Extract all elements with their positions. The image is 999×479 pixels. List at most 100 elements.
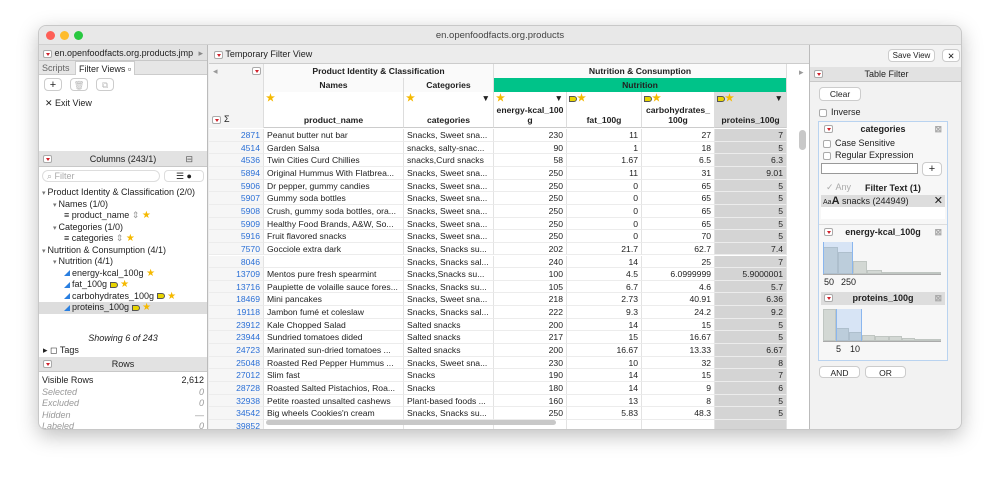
row-number[interactable]: 18469 <box>209 293 264 307</box>
row-number[interactable]: 8046 <box>209 255 264 269</box>
row-number[interactable]: 2871 <box>209 129 264 142</box>
any-checkbox[interactable]: ✓ Any <box>826 182 851 193</box>
row-number[interactable]: 5909 <box>209 217 264 231</box>
filter-menu-button[interactable] <box>814 70 823 78</box>
save-view-button[interactable]: Save View <box>888 49 935 62</box>
energy-histogram[interactable] <box>823 242 941 275</box>
or-button[interactable]: OR <box>865 366 906 378</box>
column-tree-item[interactable]: fat_100g ★ <box>39 279 207 291</box>
row-number[interactable]: 32938 <box>209 394 264 408</box>
exit-view-item[interactable]: ✕ Exit View <box>45 98 92 109</box>
row-number[interactable]: 28728 <box>209 382 264 395</box>
vertical-scrollbar[interactable] <box>799 130 806 150</box>
column-filter-input[interactable]: ⌕ Filter <box>42 170 160 182</box>
row-number[interactable]: 23944 <box>209 331 264 345</box>
filter-icon[interactable]: ▼ <box>481 92 490 104</box>
row-number[interactable]: 27012 <box>209 369 264 382</box>
subgroup-header[interactable]: Nutrition <box>494 78 787 92</box>
minimize-window-button[interactable] <box>60 31 69 40</box>
filter-text-input[interactable] <box>821 163 918 174</box>
column-tree-item[interactable]: ▾ Product Identity & Classification (2/0… <box>39 187 207 199</box>
and-button[interactable]: AND <box>819 366 860 378</box>
file-menu-button[interactable] <box>43 49 52 58</box>
column-header[interactable]: ★ fat_100g <box>567 92 642 128</box>
row-number[interactable]: 23912 <box>209 318 264 332</box>
group-header[interactable]: Product Identity & Classification <box>264 64 494 78</box>
scroll-left-icon[interactable]: ◂ <box>213 66 218 77</box>
row-number[interactable]: 5894 <box>209 166 264 180</box>
row-number[interactable]: 39852 <box>209 419 264 429</box>
tags-item[interactable]: ▸ ◻ Tags <box>43 345 79 356</box>
subgroup-header[interactable]: Categories <box>404 78 494 92</box>
row-number[interactable]: 4536 <box>209 154 264 167</box>
column-tree-item[interactable]: ▾ Categories (1/0) <box>39 222 207 234</box>
add-view-button[interactable]: + <box>44 78 62 91</box>
close-window-button[interactable] <box>46 31 55 40</box>
subgroup-header[interactable]: Names <box>264 78 404 92</box>
tab-filter-views[interactable]: Filter Views ▫ <box>75 61 136 75</box>
expand-arrow-icon[interactable]: ▸ <box>198 45 203 61</box>
remove-filter-icon[interactable]: ⊠ <box>934 292 942 305</box>
column-header[interactable]: ★ carbohydrates_100g <box>642 92 715 128</box>
row-number[interactable]: 5916 <box>209 230 264 243</box>
rows-menu-button[interactable] <box>43 360 52 368</box>
scroll-right-icon[interactable]: ▸ <box>799 67 804 78</box>
categories-filter-menu[interactable] <box>824 125 833 133</box>
row-number[interactable]: 25048 <box>209 356 264 370</box>
zoom-window-button[interactable] <box>74 31 83 40</box>
sigma-icon[interactable]: Σ <box>224 114 230 124</box>
filter-text-item[interactable]: AaA snacks (244949) ✕ <box>821 195 945 207</box>
tag-icon <box>717 95 725 102</box>
group-header[interactable]: Nutrition & Consumption <box>494 64 787 78</box>
remove-filter-icon[interactable]: ⊠ <box>934 122 942 137</box>
column-tree-item[interactable]: ≡ categories ⇕ ★ <box>39 233 207 245</box>
row-number[interactable]: 19118 <box>209 306 264 319</box>
range-selection[interactable] <box>836 309 863 341</box>
row-number[interactable]: 5908 <box>209 204 264 218</box>
column-tree-item[interactable]: ▾ Nutrition (4/1) <box>39 256 207 268</box>
regex-checkbox[interactable]: Regular Expression <box>823 150 914 160</box>
column-header[interactable]: ★ product_name <box>264 92 404 128</box>
row-number[interactable]: 4514 <box>209 141 264 155</box>
column-settings-icon[interactable]: ⊟ <box>185 151 193 167</box>
energy-filter-menu[interactable] <box>824 228 833 236</box>
clear-button[interactable]: Clear <box>819 87 861 101</box>
filter-icon[interactable]: ▼ <box>554 92 563 104</box>
table-menu-button[interactable] <box>252 67 261 75</box>
column-tree-item[interactable]: ▾ Nutrition & Consumption (4/1) <box>39 245 207 257</box>
row-number[interactable]: 5906 <box>209 179 264 193</box>
filter-options-button[interactable]: ☰ ● <box>164 170 204 182</box>
case-sensitive-checkbox[interactable]: Case Sensitive <box>823 138 895 148</box>
horizontal-scrollbar[interactable] <box>266 420 556 425</box>
row-number[interactable]: 7570 <box>209 242 264 256</box>
rows-menu-button[interactable] <box>212 116 221 124</box>
delete-view-icon[interactable]: 🗑 <box>70 78 88 91</box>
row-number[interactable]: 13709 <box>209 268 264 281</box>
table-cell: 200 <box>494 344 567 357</box>
remove-filter-icon[interactable]: ⊠ <box>934 225 942 239</box>
row-number[interactable]: 34542 <box>209 407 264 420</box>
add-filter-text-button[interactable]: + <box>922 162 942 176</box>
column-tree-item[interactable]: ▾ Names (1/0) <box>39 199 207 211</box>
column-header[interactable]: ★ ▼ proteins_100g <box>715 92 787 128</box>
column-tree-item[interactable]: ≡ product_name ⇕ ★ <box>39 210 207 222</box>
tab-scripts[interactable]: Scripts <box>42 63 70 73</box>
column-header[interactable]: ★ ▼ categories <box>404 92 494 128</box>
row-number[interactable]: 5907 <box>209 192 264 205</box>
inverse-checkbox[interactable]: Inverse <box>819 107 861 117</box>
remove-item-icon[interactable]: ✕ <box>934 195 943 207</box>
row-number[interactable]: 13716 <box>209 280 264 294</box>
range-selection[interactable] <box>823 242 853 274</box>
column-tree-item[interactable]: proteins_100g ★ <box>39 302 207 314</box>
proteins-histogram[interactable] <box>823 309 941 342</box>
column-header[interactable]: ★ ▼ energy-kcal_100g <box>494 92 567 128</box>
column-tree-item[interactable]: carbohydrates_100g ★ <box>39 291 207 303</box>
column-tree-item[interactable]: energy-kcal_100g ★ <box>39 268 207 280</box>
close-view-button[interactable]: ✕ <box>942 49 960 62</box>
view-menu-button[interactable] <box>214 50 223 59</box>
columns-menu-button[interactable] <box>43 155 52 163</box>
row-number[interactable]: 24723 <box>209 344 264 357</box>
proteins-filter-menu[interactable] <box>824 294 833 302</box>
copy-view-icon[interactable]: ⧉ <box>96 78 114 91</box>
filter-icon[interactable]: ▼ <box>774 92 783 104</box>
